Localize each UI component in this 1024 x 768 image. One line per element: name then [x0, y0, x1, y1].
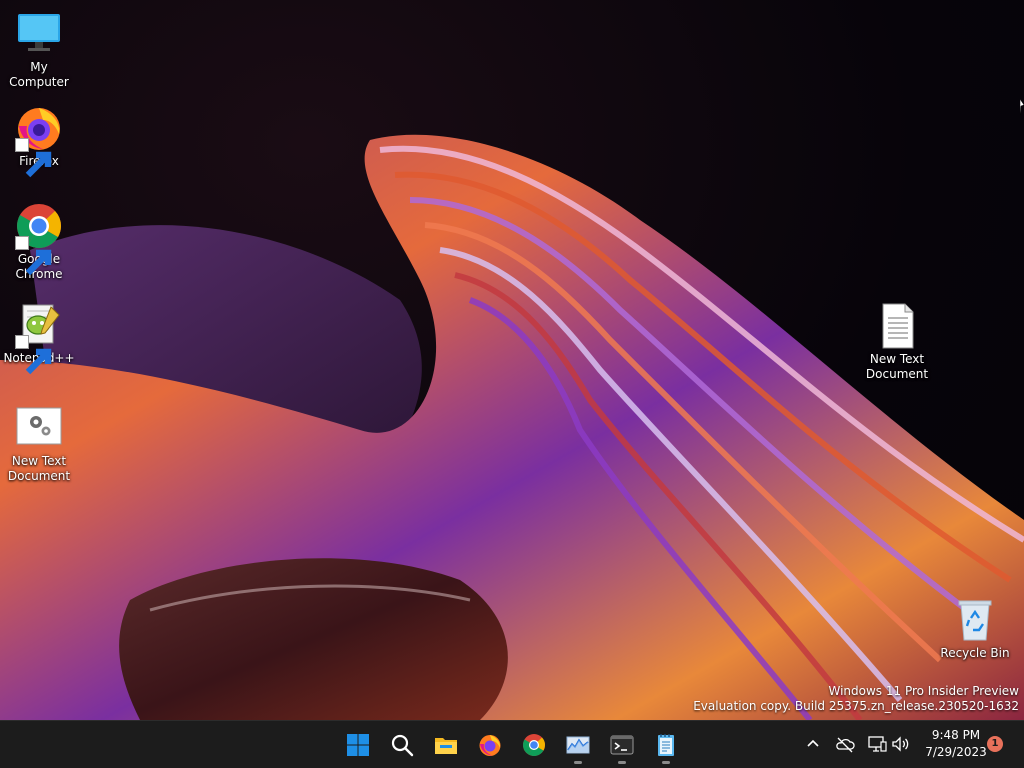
shortcut-arrow-icon [15, 335, 52, 375]
desktop-icon-label: Recycle Bin [940, 646, 1010, 660]
desktop-icon-label: New Text Document [865, 352, 929, 381]
text-file-icon [882, 303, 914, 349]
monitor-icon [18, 14, 60, 51]
taskbar-notepad[interactable] [646, 725, 686, 765]
network-tray-button[interactable] [866, 733, 888, 755]
taskbar-task-manager[interactable] [558, 725, 598, 765]
recycle-bin-icon [958, 600, 992, 641]
desktop-icon-label: My Computer [9, 60, 69, 89]
volume-icon [892, 736, 909, 752]
notepad-icon [658, 734, 674, 756]
taskbar: 9:48 PM 7/29/2023 1 [0, 720, 1024, 768]
settings-file-icon [16, 407, 62, 445]
clock-date: 7/29/2023 [925, 745, 987, 759]
start-button[interactable] [338, 725, 378, 765]
desktop-icon-recycle-bin[interactable]: Recycle Bin [936, 596, 1014, 661]
desktop-icon-new-text-document-1[interactable]: New Text Document [0, 404, 78, 484]
search-icon [391, 734, 414, 757]
volume-tray-button[interactable] [890, 733, 912, 755]
onedrive-tray-button[interactable] [834, 733, 856, 755]
running-indicator [618, 761, 626, 764]
clock-time: 9:48 PM [931, 728, 981, 742]
file-explorer-icon [435, 738, 457, 754]
desktop[interactable]: My Computer Firefox Google Chrome Notepa… [0, 0, 1024, 720]
shortcut-arrow-icon [15, 138, 52, 178]
desktop-icon-notepad-plus-plus[interactable]: Notepad++ [0, 301, 78, 375]
mouse-cursor-icon [1020, 99, 1024, 117]
network-icon [868, 736, 887, 752]
running-indicator [574, 761, 582, 764]
taskbar-firefox[interactable] [470, 725, 510, 765]
windows-evaluation-watermark: Windows 11 Pro Insider Preview Evaluatio… [693, 684, 1019, 714]
task-manager-icon [566, 736, 590, 754]
chevron-up-icon [807, 739, 819, 747]
watermark-build: Evaluation copy. Build 25375.zn_release.… [693, 699, 1019, 713]
desktop-icon-label: New Text Document [7, 454, 71, 483]
onedrive-offline-icon [836, 737, 855, 753]
taskbar-file-explorer[interactable] [426, 725, 466, 765]
desktop-icon-google-chrome[interactable]: Google Chrome [0, 202, 78, 282]
running-indicator [662, 761, 670, 764]
desktop-icon-new-text-document-2[interactable]: New Text Document [858, 302, 936, 382]
taskbar-clock[interactable]: 9:48 PM 7/29/2023 [914, 727, 998, 761]
taskbar-chrome[interactable] [514, 725, 554, 765]
windows-start-icon [347, 734, 369, 756]
firefox-icon [479, 735, 501, 756]
desktop-icon-firefox[interactable]: Firefox [0, 104, 78, 178]
taskbar-terminal[interactable] [602, 725, 642, 765]
notification-badge[interactable]: 1 [987, 736, 1003, 752]
desktop-icon-my-computer[interactable]: My Computer [0, 10, 78, 90]
watermark-edition: Windows 11 Pro Insider Preview [828, 684, 1019, 698]
show-hidden-icons-button[interactable] [802, 733, 824, 755]
chrome-icon [523, 734, 545, 756]
shortcut-arrow-icon [15, 236, 52, 276]
terminal-icon [610, 735, 634, 755]
taskbar-search-button[interactable] [382, 725, 422, 765]
